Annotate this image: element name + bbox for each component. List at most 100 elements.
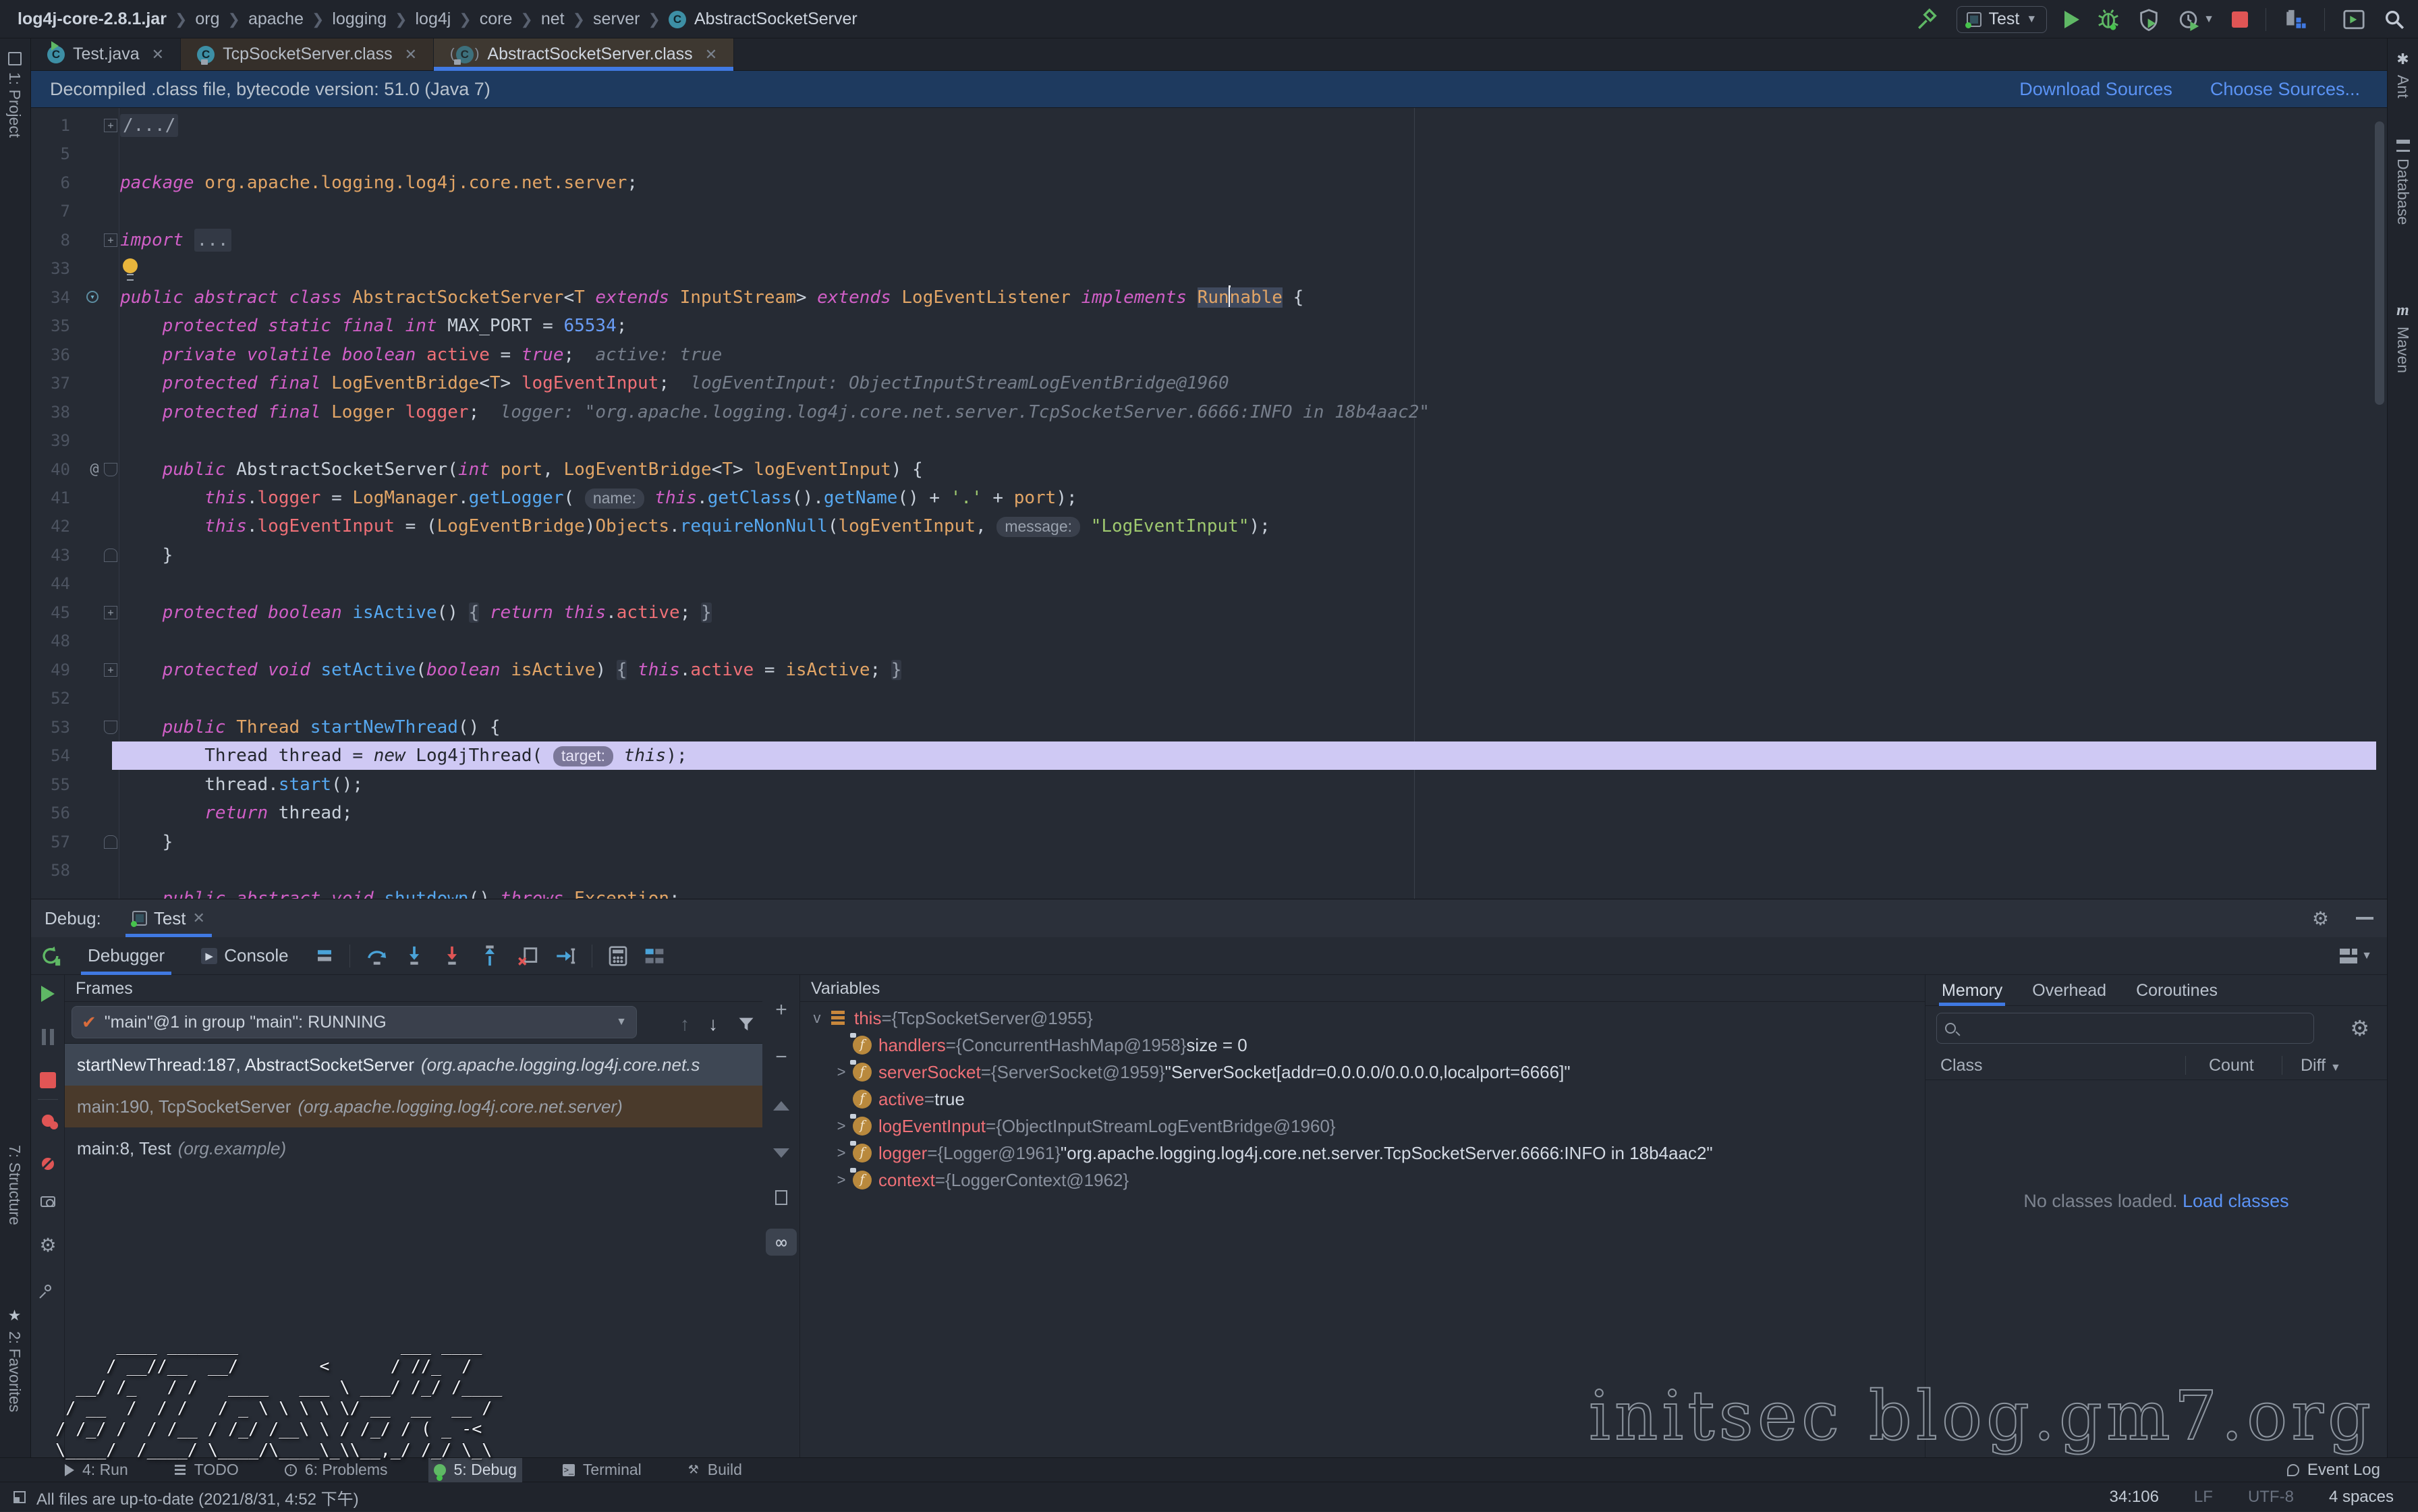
drop-frame-icon[interactable]	[516, 945, 539, 968]
thread-dump-button[interactable]	[31, 1188, 65, 1215]
add-watch-button[interactable]: +	[762, 995, 800, 1025]
tool-button-structure[interactable]: 7: Structure	[5, 1145, 24, 1225]
step-out-icon[interactable]	[478, 945, 501, 968]
fold-close-icon[interactable]	[104, 549, 117, 562]
tab-coroutines[interactable]: Coroutines	[2136, 975, 2218, 1006]
resume-button[interactable]	[31, 980, 65, 1007]
chevron-down-icon[interactable]: ▼	[2203, 13, 2214, 26]
show-execution-point-icon[interactable]	[314, 946, 335, 966]
run-to-cursor-icon[interactable]	[554, 945, 577, 968]
expand-toggle-icon[interactable]: >	[830, 1117, 853, 1135]
build-hammer-icon[interactable]	[1916, 8, 1939, 31]
close-icon[interactable]: ✕	[705, 46, 717, 63]
variable-row[interactable]: >fserverSocket = {ServerSocket@1959} "Se…	[830, 1059, 1925, 1086]
indent-setting[interactable]: 4 spaces	[2329, 1488, 2394, 1507]
frame-row[interactable]: startNewThread:187, AbstractSocketServer…	[65, 1044, 762, 1086]
debugger-settings-gear-icon[interactable]: ⚙	[31, 1231, 65, 1258]
mute-breakpoints-button[interactable]	[31, 1150, 65, 1177]
expand-toggle-icon[interactable]: >	[830, 1144, 853, 1162]
step-into-icon[interactable]	[403, 945, 426, 968]
variable-row[interactable]: fhandlers = {ConcurrentHashMap@1958} siz…	[830, 1032, 1925, 1059]
column-class[interactable]: Class	[1940, 1056, 1983, 1075]
breadcrumb-item[interactable]: logging	[332, 9, 387, 29]
editor-tab[interactable]: CTest.java✕	[31, 38, 181, 70]
file-encoding[interactable]: UTF-8	[2248, 1488, 2294, 1507]
tab-debugger[interactable]: Debugger	[77, 937, 175, 975]
implemented-gutter-icon[interactable]: ▾	[86, 291, 100, 304]
remove-watch-button[interactable]: −	[762, 1042, 800, 1072]
breadcrumb-jar[interactable]: log4j-core-2.8.1.jar	[18, 9, 167, 29]
expand-toggle-icon[interactable]: >	[830, 1063, 853, 1081]
run-anything-icon[interactable]	[2342, 8, 2365, 31]
force-step-into-icon[interactable]	[441, 945, 463, 968]
run-button[interactable]	[2064, 11, 2079, 28]
annotation-gutter-icon[interactable]: @	[88, 463, 101, 476]
duplicate-watch-button[interactable]	[762, 1183, 800, 1212]
rerun-icon[interactable]	[39, 945, 62, 968]
breadcrumb-item[interactable]: org	[195, 9, 219, 29]
fold-plus-icon[interactable]: +	[104, 119, 117, 132]
tool-button-ant[interactable]: ✱Ant	[2394, 51, 2412, 99]
tab-memory[interactable]: Memory	[1942, 975, 2002, 1006]
tool-button-favorites[interactable]: ★2: Favorites	[5, 1307, 24, 1412]
memory-search-input[interactable]	[1936, 1013, 2314, 1044]
hide-tool-window-icon[interactable]	[2356, 917, 2373, 920]
memory-settings-gear-icon[interactable]: ⚙	[2350, 1015, 2369, 1041]
frame-row[interactable]: main:8, Test(org.example)	[65, 1127, 762, 1169]
breadcrumb-item[interactable]: log4j	[416, 9, 451, 29]
tool-window-button-build[interactable]: ⚒Build	[682, 1458, 748, 1482]
fold-open-icon[interactable]	[104, 463, 117, 476]
status-layout-icon[interactable]	[13, 1491, 26, 1503]
variable-row[interactable]: >fcontext = {LoggerContext@1962}	[830, 1167, 1925, 1194]
close-icon[interactable]: ✕	[152, 46, 164, 63]
thread-dropdown[interactable]: ✔ "main"@1 in group "main": RUNNING ▼	[72, 1006, 637, 1038]
show-watches-in-variables-toggle[interactable]: ∞	[762, 1227, 800, 1257]
tool-window-button-problems[interactable]: !6: Problems	[279, 1458, 393, 1482]
code-editor[interactable]: 1+/.../56package org.apache.logging.log4…	[31, 108, 2387, 899]
fold-close-icon[interactable]	[104, 835, 117, 849]
variable-row[interactable]: vthis = {TcpSocketServer@1955}	[806, 1005, 1925, 1032]
close-icon[interactable]: ✕	[405, 46, 417, 63]
expand-toggle-icon[interactable]: >	[830, 1171, 853, 1189]
debug-settings-gear-icon[interactable]: ⚙	[2312, 907, 2329, 930]
caret-position[interactable]: 34:106	[2110, 1488, 2159, 1507]
intention-bulb-icon[interactable]	[123, 258, 138, 273]
tool-button-maven[interactable]: mMaven	[2394, 302, 2412, 373]
debug-session-tab[interactable]: Test ✕	[125, 899, 212, 937]
expand-toggle-icon[interactable]: v	[806, 1009, 828, 1027]
frame-row[interactable]: main:190, TcpSocketServer(org.apache.log…	[65, 1086, 762, 1127]
search-everywhere-icon[interactable]	[2383, 8, 2406, 31]
editor-tab[interactable]: (C)AbstractSocketServer.class✕	[434, 38, 734, 70]
editor-scrollbar[interactable]	[2375, 121, 2384, 405]
fold-plus-icon[interactable]: +	[104, 606, 117, 619]
stop-button[interactable]	[31, 1067, 65, 1094]
stop-button[interactable]	[2232, 11, 2248, 28]
breadcrumb-item[interactable]: net	[541, 9, 565, 29]
tool-window-button-run[interactable]: 4: Run	[59, 1458, 134, 1482]
tool-window-button-terminal[interactable]: >_Terminal	[557, 1458, 647, 1482]
move-watch-up-button[interactable]	[762, 1091, 800, 1121]
restore-layout-icon[interactable]	[2340, 949, 2357, 963]
debug-button[interactable]	[2097, 8, 2120, 31]
variable-row[interactable]: factive = true	[830, 1086, 1925, 1113]
tool-window-button-todo[interactable]: TODO	[169, 1458, 244, 1482]
load-classes-link[interactable]: Load classes	[2183, 1191, 2289, 1211]
breadcrumb-item[interactable]: server	[593, 9, 640, 29]
breadcrumb-item[interactable]: apache	[248, 9, 304, 29]
breadcrumb-item[interactable]: core	[480, 9, 513, 29]
close-icon[interactable]: ✕	[193, 909, 205, 927]
event-log-button[interactable]: Event Log	[2287, 1461, 2380, 1480]
filter-frames-icon[interactable]	[737, 1015, 756, 1034]
project-structure-icon[interactable]	[2284, 8, 2307, 31]
tool-window-button-debug[interactable]: 5: Debug	[428, 1458, 522, 1482]
move-watch-down-button[interactable]	[762, 1138, 800, 1168]
tool-button-project[interactable]: 1: Project	[5, 52, 24, 138]
tab-console[interactable]: ▶Console	[190, 937, 299, 975]
next-frame-icon[interactable]: ↓	[708, 1013, 718, 1035]
view-breakpoints-button[interactable]	[31, 1107, 65, 1134]
fold-plus-icon[interactable]: +	[104, 663, 117, 677]
editor-tab[interactable]: CTcpSocketServer.class✕	[181, 38, 434, 70]
tool-button-database[interactable]: Database	[2394, 140, 2412, 225]
fold-plus-icon[interactable]: +	[104, 233, 117, 247]
run-configuration-select[interactable]: Test ▼	[1957, 6, 2047, 33]
